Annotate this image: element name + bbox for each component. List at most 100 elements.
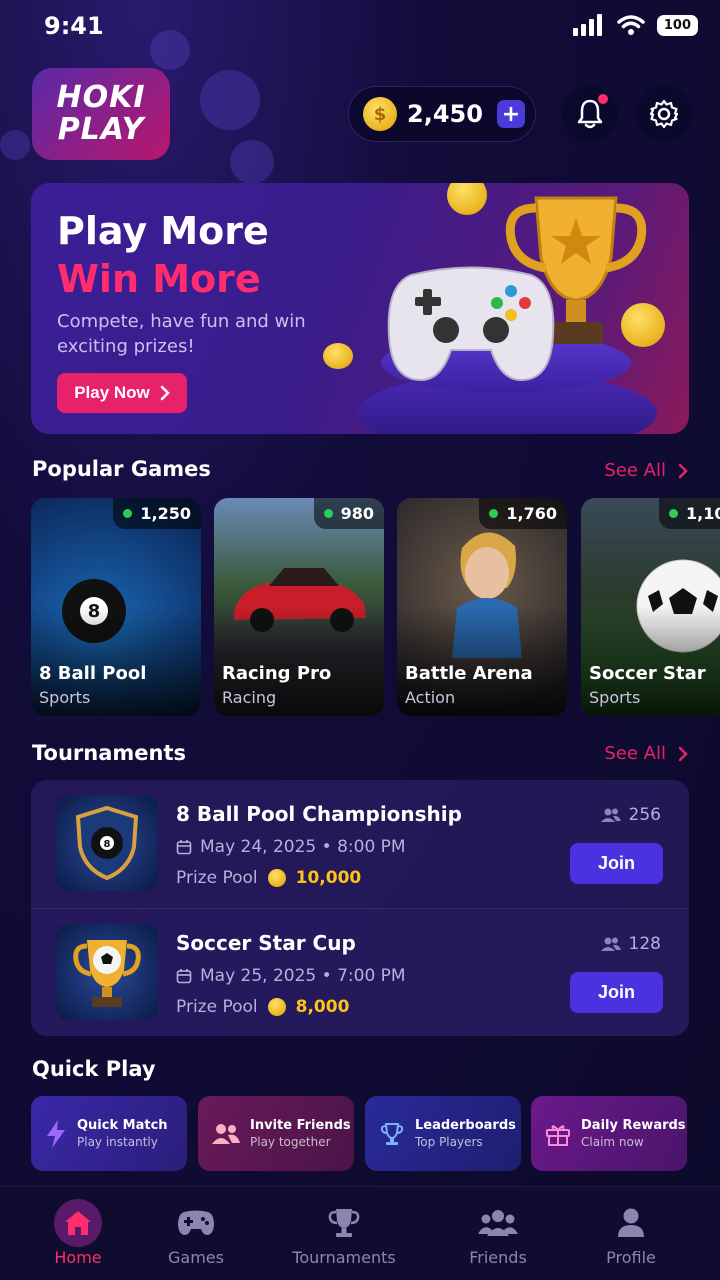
game-category: Action (405, 688, 456, 707)
tournament-thumbnail: 8 (56, 795, 158, 891)
coin-decor (323, 343, 353, 369)
online-badge: 1,10 (659, 498, 720, 529)
tournaments-see-all[interactable]: See All (604, 743, 688, 764)
notifications-button[interactable] (562, 86, 618, 142)
app-logo: HOKI PLAY (32, 68, 170, 160)
player-count: 256 (628, 805, 661, 825)
shield-eightball-icon: 8 (75, 805, 139, 881)
settings-button[interactable] (636, 86, 692, 142)
add-coins-button[interactable]: + (496, 100, 525, 128)
chevron-right-icon (678, 746, 688, 761)
nav-label: Friends (469, 1248, 527, 1267)
quick-item-title: Invite Friends (250, 1117, 351, 1133)
signal-icon (572, 14, 602, 36)
coin-decor (621, 303, 665, 347)
online-dot-icon (669, 509, 678, 518)
game-category: Racing (222, 688, 277, 707)
trophy-icon (380, 1122, 404, 1145)
tournament-players: 256 (600, 805, 661, 825)
nav-profile[interactable]: Profile (606, 1187, 656, 1280)
game-card[interactable]: 8 1,250 8 Ball Pool Sports (31, 498, 201, 716)
coin-decor (447, 183, 487, 215)
logo-line1: HOKI (56, 80, 146, 115)
quick-match-button[interactable]: Quick Match Play instantly (31, 1096, 187, 1171)
game-name: Battle Arena (405, 663, 533, 684)
online-count: 980 (340, 504, 374, 523)
users-icon (600, 937, 621, 951)
hero-title-line2: Win More (57, 257, 261, 301)
online-dot-icon (123, 509, 133, 518)
game-card[interactable]: 980 Racing Pro Racing (214, 498, 384, 716)
game-card[interactable]: 1,10 Soccer Star Sports (581, 498, 720, 716)
quick-item-title: Daily Rewards (581, 1117, 686, 1133)
calendar-icon (176, 969, 192, 984)
game-name: 8 Ball Pool (39, 663, 147, 684)
game-name: Racing Pro (222, 663, 332, 684)
coin-amount: 2,450 (407, 100, 483, 128)
game-card[interactable]: 1,760 Battle Arena Action (397, 498, 567, 716)
home-icon (54, 1199, 102, 1247)
join-button[interactable]: Join (570, 843, 663, 884)
nav-home[interactable]: Home (54, 1187, 102, 1280)
tournament-date: May 24, 2025 • 8:00 PM (176, 837, 406, 857)
calendar-icon (176, 840, 192, 855)
invite-friends-button[interactable]: Invite Friends Play together (198, 1096, 354, 1171)
tournaments-title: Tournaments (32, 741, 187, 765)
logo-line2: PLAY (57, 112, 145, 147)
nav-friends[interactable]: Friends (469, 1187, 527, 1280)
popular-see-all[interactable]: See All (604, 460, 688, 481)
prize-value: 8,000 (295, 997, 350, 1017)
tournament-players: 128 (600, 934, 661, 954)
nav-label: Tournaments (292, 1248, 396, 1267)
play-now-button[interactable]: Play Now (57, 373, 187, 413)
nav-label: Profile (606, 1248, 656, 1267)
trophy-soccer-icon (73, 940, 141, 1007)
online-count: 1,10 (686, 504, 720, 523)
nav-label: Games (168, 1248, 224, 1267)
users-icon (600, 808, 621, 822)
online-count: 1,250 (140, 504, 191, 523)
quick-item-title: Leaderboards (415, 1117, 516, 1133)
nav-tournaments[interactable]: Tournaments (292, 1187, 396, 1280)
popular-games-list[interactable]: 8 1,250 8 Ball Pool Sports 980 Racing Pr… (31, 498, 720, 716)
daily-rewards-button[interactable]: Daily Rewards Claim now (531, 1096, 687, 1171)
trophy-icon (320, 1199, 368, 1247)
gear-icon (649, 99, 679, 129)
decor-bubble (0, 130, 30, 160)
coin-balance[interactable]: $ 2,450 + (348, 86, 536, 142)
users-icon (212, 1123, 240, 1144)
online-badge: 1,760 (479, 498, 567, 529)
status-time: 9:41 (44, 12, 104, 40)
tournaments-list: 8 8 Ball Pool Championship May 24, 2025 … (31, 780, 689, 1036)
player-count: 128 (628, 934, 661, 954)
tournament-thumbnail (56, 924, 158, 1020)
leaderboards-button[interactable]: Leaderboards Top Players (365, 1096, 521, 1171)
chevron-right-icon (160, 385, 170, 401)
popular-games-title: Popular Games (32, 457, 211, 481)
users-icon (474, 1199, 522, 1247)
nav-label: Home (54, 1248, 102, 1267)
gamepad-illustration (387, 266, 555, 382)
battery-indicator: 100 (656, 14, 698, 36)
prize-value: 10,000 (295, 868, 362, 888)
quick-item-sub: Play together (250, 1134, 331, 1149)
tournament-date-text: May 25, 2025 • 7:00 PM (200, 966, 406, 986)
wifi-icon (617, 15, 645, 35)
quick-item-sub: Top Players (415, 1134, 483, 1149)
see-all-label: See All (604, 460, 666, 481)
online-badge: 1,250 (113, 498, 201, 529)
game-category: Sports (589, 688, 641, 707)
game-category: Sports (39, 688, 91, 707)
nav-games[interactable]: Games (168, 1187, 224, 1280)
tournament-item[interactable]: Soccer Star Cup May 25, 2025 • 7:00 PM P… (31, 908, 689, 1036)
hero-title-line1: Play More (57, 209, 269, 253)
lightning-icon (47, 1119, 65, 1148)
join-button[interactable]: Join (570, 972, 663, 1013)
decor-bubble (200, 70, 260, 130)
game-name: Soccer Star (589, 663, 706, 684)
online-badge: 980 (313, 498, 384, 529)
online-count: 1,760 (506, 504, 557, 523)
prize-label: Prize Pool (176, 868, 258, 888)
hero-banner[interactable]: Play More Win More Compete, have fun and… (31, 183, 689, 434)
tournament-item[interactable]: 8 8 Ball Pool Championship May 24, 2025 … (31, 780, 689, 908)
